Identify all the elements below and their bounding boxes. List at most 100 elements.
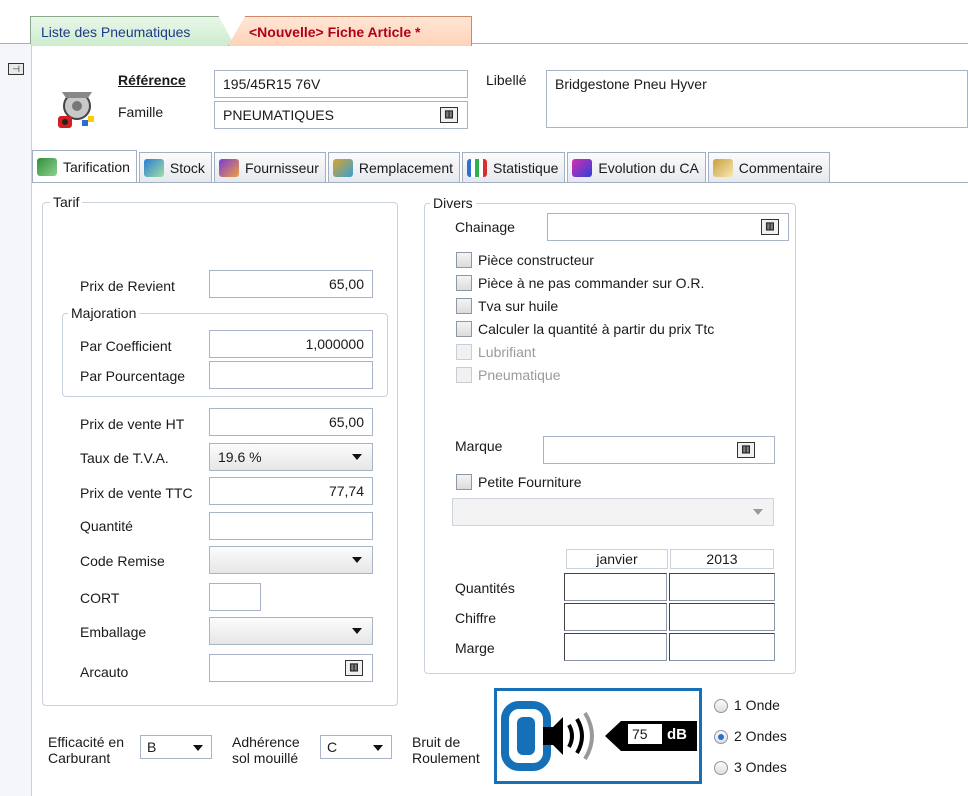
tab-remplacement[interactable]: Remplacement	[327, 152, 461, 182]
reference-label: Référence	[118, 72, 186, 88]
libelle-label: Libellé	[486, 72, 527, 88]
prix-vente-ht-field[interactable]: 65,00	[209, 408, 373, 436]
stats-cell	[564, 633, 667, 661]
tab-label: Fournisseur	[244, 159, 319, 176]
noise-label-badge: 75 dB	[494, 688, 702, 784]
adherence-value: C	[327, 739, 338, 755]
tab-statistique[interactable]: Statistique	[462, 152, 566, 182]
section-tabs: Tarification Stock Fournisseur Remplacem…	[32, 150, 832, 182]
tab-fournisseur[interactable]: Fournisseur	[213, 152, 326, 182]
chart-icon	[467, 158, 488, 177]
radio-2-ondes[interactable]	[714, 730, 728, 744]
prix-revient-field[interactable]: 65,00	[209, 270, 373, 298]
doc-tab-fiche-article[interactable]: <Nouvelle> Fiche Article *	[228, 16, 472, 46]
price-icon	[37, 157, 57, 176]
chevron-down-icon	[352, 628, 362, 634]
efficacite-value: B	[147, 739, 157, 755]
doc-tab-label: <Nouvelle> Fiche Article *	[249, 23, 421, 40]
left-rail	[0, 44, 32, 796]
libelle-field[interactable]: Bridgestone Pneu Hyver	[546, 70, 968, 128]
checkbox-label: Pièce constructeur	[478, 252, 594, 268]
chainage-label: Chainage	[455, 219, 515, 235]
taux-tva-value: 19.6 %	[218, 449, 262, 465]
db-unit: dB	[667, 726, 687, 743]
famille-field[interactable]: PNEUMATIQUES	[214, 101, 468, 129]
divers-group-title: Divers	[430, 195, 476, 211]
stats-cell	[669, 573, 775, 601]
chevron-down-icon	[373, 745, 383, 751]
tab-label: Tarification	[63, 158, 130, 175]
radio-3-ondes[interactable]	[714, 761, 728, 775]
stock-icon	[143, 158, 164, 177]
checkbox-lubrifiant	[456, 344, 472, 360]
stats-cell	[564, 603, 667, 631]
efficacite-label: Efficacité en Carburant	[48, 734, 125, 766]
tab-label: Stock	[169, 159, 205, 176]
quantite-label: Quantité	[80, 518, 133, 534]
checkbox-petite-fourniture[interactable]	[456, 474, 472, 490]
chevron-down-icon	[753, 509, 763, 515]
article-icon	[52, 82, 102, 132]
stats-header-year: 2013	[670, 549, 774, 569]
comment-icon	[712, 158, 733, 177]
tab-label: Evolution du CA	[598, 159, 699, 176]
code-remise-select[interactable]	[209, 546, 373, 574]
quantite-field[interactable]	[209, 512, 373, 540]
emballage-label: Emballage	[80, 624, 147, 640]
prix-revient-label: Prix de Revient	[80, 278, 175, 294]
tab-evolution-ca[interactable]: Evolution du CA	[567, 152, 706, 182]
stats-row-label: Quantités	[455, 580, 515, 596]
tab-label: Commentaire	[738, 159, 823, 176]
checkbox-label: Pneumatique	[478, 367, 561, 383]
famille-lookup-icon[interactable]: ▥	[440, 107, 458, 123]
checkbox-piece-constructeur[interactable]	[456, 252, 472, 268]
emballage-select[interactable]	[209, 617, 373, 645]
adherence-select[interactable]: C	[320, 735, 392, 759]
cort-label: CORT	[80, 590, 120, 606]
par-pourcentage-field[interactable]	[209, 361, 373, 389]
tab-stock[interactable]: Stock	[138, 152, 212, 182]
arcauto-lookup-icon[interactable]: ▥	[345, 660, 363, 676]
replace-icon	[332, 158, 353, 177]
stats-cell	[669, 633, 775, 661]
checkbox-tva-sur-huile[interactable]	[456, 298, 472, 314]
prix-vente-ttc-field[interactable]: 77,74	[209, 477, 373, 505]
marque-label: Marque	[455, 438, 503, 454]
chainage-field[interactable]	[547, 213, 789, 241]
efficacite-select[interactable]: B	[140, 735, 212, 759]
supplier-icon	[218, 158, 239, 177]
petite-fourniture-select	[452, 498, 774, 526]
chevron-down-icon	[352, 454, 362, 460]
pin-icon[interactable]: ⊣	[8, 63, 24, 75]
chevron-down-icon	[193, 745, 203, 751]
par-pourcentage-label: Par Pourcentage	[80, 368, 186, 384]
tab-label: Statistique	[493, 159, 559, 176]
adherence-label: Adhérence sol mouillé	[232, 734, 300, 766]
marque-lookup-icon[interactable]: ▥	[737, 442, 755, 458]
radio-1-onde[interactable]	[714, 699, 728, 713]
reference-field[interactable]: 195/45R15 76V	[214, 70, 468, 98]
checkbox-label: Petite Fourniture	[478, 474, 582, 490]
checkbox-calculer-quantite[interactable]	[456, 321, 472, 337]
radio-label: 2 Ondes	[734, 728, 787, 744]
radio-label: 3 Ondes	[734, 759, 787, 775]
doc-tab-liste-pneumatiques[interactable]: Liste des Pneumatiques	[30, 16, 235, 46]
chainage-lookup-icon[interactable]: ▥	[761, 219, 779, 235]
evolution-icon	[572, 158, 593, 177]
tab-commentaire[interactable]: Commentaire	[707, 152, 830, 182]
prix-vente-ttc-label: Prix de vente TTC	[80, 485, 193, 501]
cort-field[interactable]	[209, 583, 261, 611]
taux-tva-select[interactable]: 19.6 %	[209, 443, 373, 471]
stats-cell	[564, 573, 667, 601]
tab-label: Remplacement	[358, 159, 454, 176]
checkbox-label: Tva sur huile	[478, 298, 559, 314]
checkbox-pneumatique	[456, 367, 472, 383]
tab-tarification[interactable]: Tarification	[32, 150, 137, 182]
checkbox-piece-ne-pas-commander[interactable]	[456, 275, 472, 291]
db-value-field[interactable]: 75	[627, 723, 663, 745]
par-coefficient-field[interactable]: 1,000000	[209, 330, 373, 358]
stats-cell	[669, 603, 775, 631]
arcauto-label: Arcauto	[80, 664, 129, 680]
checkbox-label: Calculer la quantité à partir du prix Tt…	[478, 321, 715, 337]
taux-tva-label: Taux de T.V.A.	[80, 450, 169, 466]
